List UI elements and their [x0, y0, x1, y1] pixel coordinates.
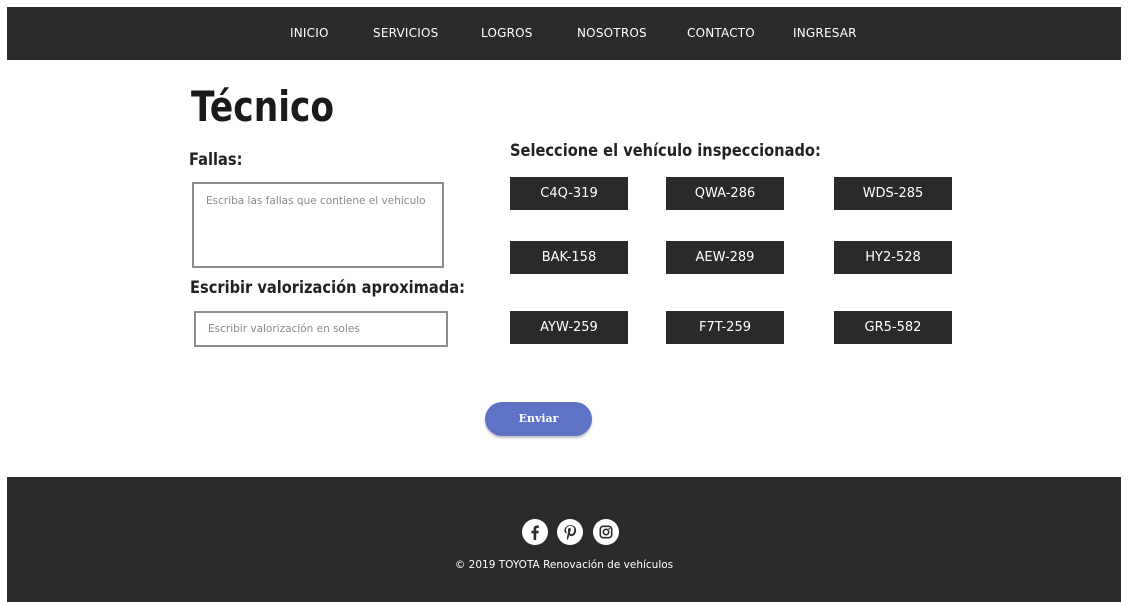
instagram-icon[interactable] [593, 519, 619, 545]
facebook-icon[interactable] [522, 519, 548, 545]
nav-item-contacto[interactable]: CONTACTO [687, 7, 755, 60]
vehicle-button-gr5-582[interactable]: GR5-582 [834, 311, 952, 344]
vehicle-button-ayw-259[interactable]: AYW-259 [510, 311, 628, 344]
nav-item-ingresar[interactable]: INGRESAR [793, 7, 857, 60]
faults-label: Fallas: [189, 150, 243, 170]
vehicle-button-qwa-286[interactable]: QWA-286 [666, 177, 784, 210]
nav-item-logros[interactable]: LOGROS [481, 7, 533, 60]
nav-item-nosotros[interactable]: NOSOTROS [577, 7, 647, 60]
copyright-text: © 2019 TOYOTA Renovación de vehículos [454, 559, 674, 571]
vehicle-select-label: Seleccione el vehículo inspeccionado: [510, 141, 821, 161]
vehicle-button-aew-289[interactable]: AEW-289 [666, 241, 784, 274]
vehicle-button-hy2-528[interactable]: HY2-528 [834, 241, 952, 274]
vehicle-button-c4q-319[interactable]: C4Q-319 [510, 177, 628, 210]
send-button[interactable]: Enviar [485, 402, 592, 436]
valuation-field-box [194, 311, 448, 347]
faults-textarea[interactable] [194, 184, 442, 266]
valuation-input[interactable] [196, 313, 446, 345]
pinterest-icon[interactable] [557, 519, 583, 545]
vehicle-button-bak-158[interactable]: BAK-158 [510, 241, 628, 274]
faults-field-box [192, 182, 444, 268]
nav-item-servicios[interactable]: SERVICIOS [373, 7, 438, 60]
valuation-label: Escribir valorización aproximada: [190, 278, 465, 298]
nav-item-inicio[interactable]: INICIO [290, 7, 329, 60]
vehicle-button-f7t-259[interactable]: F7T-259 [666, 311, 784, 344]
vehicle-button-wds-285[interactable]: WDS-285 [834, 177, 952, 210]
page-title: Técnico [191, 82, 335, 131]
top-navigation-bar: INICIO SERVICIOS LOGROS NOSOTROS CONTACT… [7, 7, 1121, 60]
